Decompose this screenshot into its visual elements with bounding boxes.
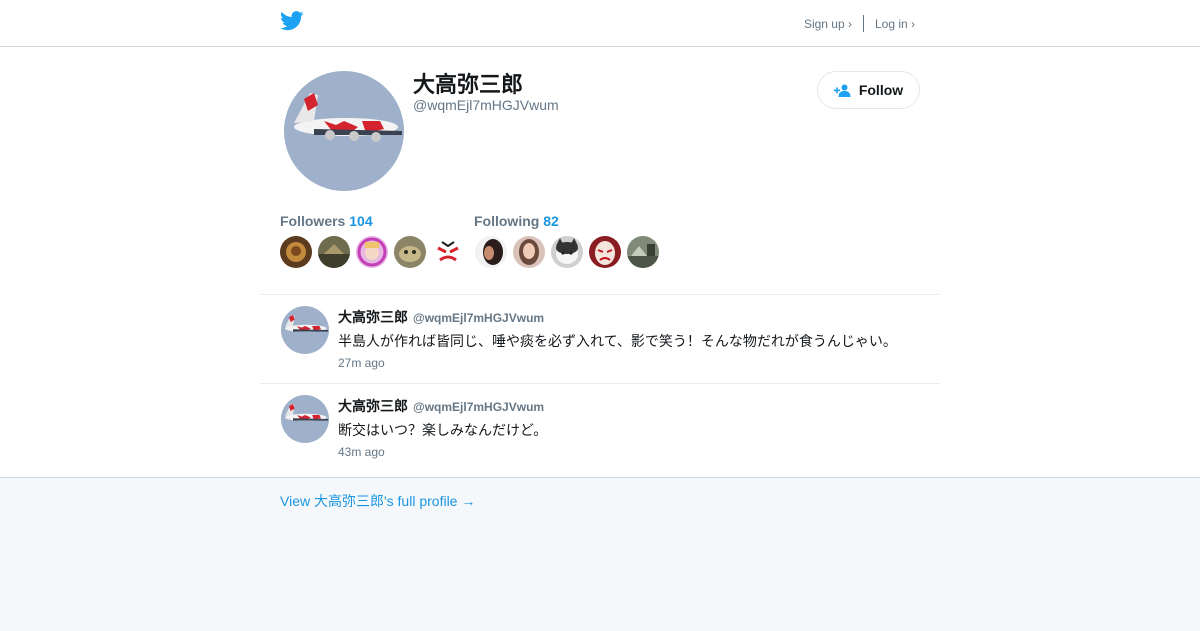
tweet-author-name[interactable]: 大高弥三郎 (338, 307, 408, 327)
followers-stat[interactable]: Followers 104 (280, 213, 373, 229)
profile-handle: @wqmEjl7mHGJVwum (413, 97, 559, 113)
tweet-header: 大高弥三郎 @wqmEjl7mHGJVwum (338, 396, 544, 416)
footer: View 大高弥三郎's full profile → (0, 477, 1200, 631)
following-label: Following (474, 213, 540, 229)
top-bar: Sign up › Log in › (0, 0, 1200, 47)
tweet-avatar[interactable] (281, 395, 329, 443)
full-profile-link[interactable]: View 大高弥三郎's full profile → (280, 491, 475, 511)
divider (260, 383, 940, 384)
tweet-timestamp[interactable]: 43m ago (338, 445, 385, 459)
following-avatar[interactable] (589, 236, 621, 268)
following-avatar[interactable] (627, 236, 659, 268)
following-count: 82 (543, 213, 559, 229)
follower-avatar[interactable] (356, 236, 388, 268)
nav-divider (862, 15, 864, 32)
tweet-author-name[interactable]: 大高弥三郎 (338, 396, 408, 416)
login-link[interactable]: Log in › (875, 17, 915, 31)
add-user-icon (833, 84, 851, 97)
tweet-timestamp[interactable]: 27m ago (338, 356, 385, 370)
twitter-bird-icon[interactable] (280, 11, 304, 31)
follow-button-label: Follow (858, 82, 904, 98)
profile-avatar[interactable] (284, 71, 404, 191)
tweet-author-handle[interactable]: @wqmEjl7mHGJVwum (413, 400, 544, 414)
following-avatar[interactable] (551, 236, 583, 268)
top-nav: Sign up › Log in › (804, 15, 915, 32)
follower-avatar[interactable] (318, 236, 350, 268)
followers-avatars (280, 236, 464, 268)
tweet-avatar[interactable] (281, 306, 329, 354)
following-stat[interactable]: Following 82 (474, 213, 559, 229)
following-avatar[interactable] (513, 236, 545, 268)
follower-avatar[interactable] (394, 236, 426, 268)
tweet-text: 半島人が作れば皆同じ、唾や痰を必ず入れて、影で笑う！そんな物だれが食うんじゃい。 (338, 333, 897, 349)
following-avatars (475, 236, 659, 268)
follow-button[interactable]: Follow (817, 71, 920, 109)
divider (260, 294, 940, 295)
tweet-header: 大高弥三郎 @wqmEjl7mHGJVwum (338, 307, 544, 327)
airplane-avatar-image (284, 71, 404, 191)
followers-label: Followers (280, 213, 346, 229)
tweet-text: 断交はいつ？楽しみなんだけど。 (338, 422, 548, 438)
followers-count: 104 (349, 213, 373, 229)
tweet-author-handle[interactable]: @wqmEjl7mHGJVwum (413, 311, 544, 325)
signup-link[interactable]: Sign up › (804, 17, 852, 31)
follower-avatar[interactable] (432, 236, 464, 268)
follower-avatar[interactable] (280, 236, 312, 268)
following-avatar[interactable] (475, 236, 507, 268)
profile-name: 大高弥三郎 (413, 72, 524, 97)
